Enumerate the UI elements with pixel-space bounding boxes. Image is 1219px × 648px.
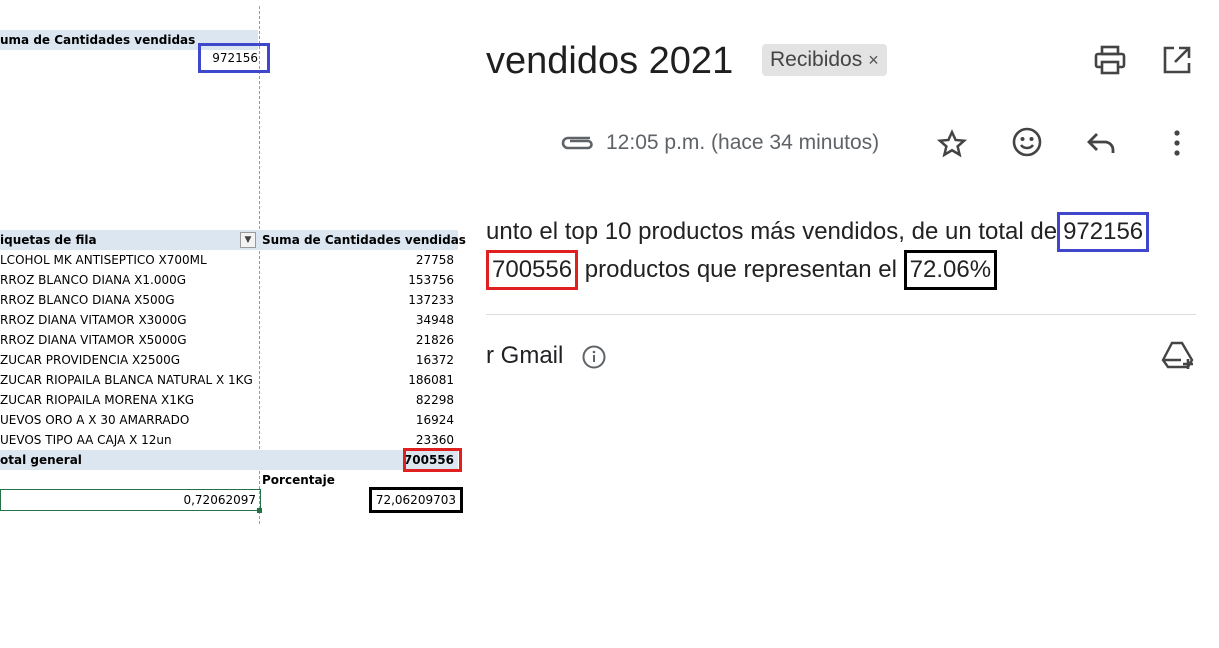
gmail-footer-text: r Gmail xyxy=(486,342,564,369)
row-value[interactable]: 137233 xyxy=(330,290,454,310)
row-value[interactable]: 21826 xyxy=(330,330,454,350)
print-icon[interactable] xyxy=(1092,43,1128,77)
received-time[interactable]: 12:05 p.m. (hace 34 minutos) xyxy=(606,128,879,158)
sum-header[interactable]: Suma de Cantidades vendidas xyxy=(262,230,466,250)
table-row: ZUCAR PROVIDENCIA X2500G 16372 xyxy=(0,350,458,370)
info-icon[interactable] xyxy=(581,344,607,370)
label-chip-text: Recibidos xyxy=(770,48,863,71)
row-value[interactable]: 27758 xyxy=(330,250,454,270)
body-line-2: 700556 productos que representan el 72.0… xyxy=(486,250,998,290)
attachment-icon xyxy=(559,126,595,156)
table-row: RROZ BLANCO DIANA X1.000G 153756 xyxy=(0,270,458,290)
label-chip[interactable]: Recibidos × xyxy=(762,44,887,76)
porcentaje-label[interactable]: Porcentaje xyxy=(262,470,335,490)
row-label[interactable]: RROZ BLANCO DIANA X500G xyxy=(0,290,175,310)
body-line-2-text: productos que representan el xyxy=(584,256,897,283)
grand-total-label[interactable]: otal general xyxy=(0,450,82,470)
row-label[interactable]: ZUCAR RIOPAILA MORENA X1KG xyxy=(0,390,194,410)
row-value[interactable]: 16924 xyxy=(330,410,454,430)
reply-icon[interactable] xyxy=(1084,127,1118,159)
table-row: RROZ BLANCO DIANA X500G 137233 xyxy=(0,290,458,310)
total-highlight: 972156 xyxy=(1057,212,1150,252)
top-total-value[interactable]: 972156 xyxy=(200,48,258,68)
add-to-drive-icon[interactable] xyxy=(1160,338,1196,374)
remove-label-icon[interactable]: × xyxy=(868,50,879,70)
fill-handle[interactable] xyxy=(257,508,262,513)
top10-sum-highlight: 700556 xyxy=(486,250,579,290)
table-row: LCOHOL MK ANTISEPTICO X700ML 27758 xyxy=(0,250,458,270)
table-row: ZUCAR RIOPAILA BLANCA NATURAL X 1KG 18608… xyxy=(0,370,458,390)
more-options-icon[interactable] xyxy=(1167,127,1187,159)
row-value[interactable]: 34948 xyxy=(330,310,454,330)
content-divider xyxy=(486,314,1196,315)
table-row: ZUCAR RIOPAILA MORENA X1KG 82298 xyxy=(0,390,458,410)
row-label[interactable]: RROZ DIANA VITAMOR X3000G xyxy=(0,310,187,330)
row-label[interactable]: ZUCAR RIOPAILA BLANCA NATURAL X 1KG xyxy=(0,370,253,390)
percent-cell[interactable]: 72,06209703 xyxy=(372,490,456,510)
filter-dropdown-icon[interactable]: ▼ xyxy=(240,232,256,248)
grand-total-row: otal general 700556 xyxy=(0,450,458,470)
email-subject: vendidos 2021 xyxy=(486,40,734,82)
body-line-1: unto el top 10 productos más vendidos, d… xyxy=(486,212,1150,252)
row-value[interactable]: 82298 xyxy=(330,390,454,410)
pivot-header-row: iquetas de fila ▼ Suma de Cantidades ven… xyxy=(0,230,466,250)
row-label[interactable]: LCOHOL MK ANTISEPTICO X700ML xyxy=(0,250,207,270)
row-label[interactable]: RROZ DIANA VITAMOR X5000G xyxy=(0,330,187,350)
row-value[interactable]: 153756 xyxy=(330,270,454,290)
excel-sheet: uma de Cantidades vendidas 972156 iqueta… xyxy=(0,0,480,648)
emoji-reaction-icon[interactable] xyxy=(1010,125,1044,159)
table-row: RROZ DIANA VITAMOR X3000G 34948 xyxy=(0,310,458,330)
grand-total-highlight xyxy=(403,448,462,472)
percent-text-highlight: 72.06% xyxy=(903,250,998,290)
table-row: UEVOS ORO A X 30 AMARRADO 16924 xyxy=(0,410,458,430)
row-value[interactable]: 186081 xyxy=(330,370,454,390)
open-in-new-window-icon[interactable] xyxy=(1159,43,1195,77)
ratio-cell[interactable]: 0,72062097 xyxy=(0,490,256,510)
top-pivot-header-text: uma de Cantidades vendidas xyxy=(0,33,196,47)
row-value[interactable]: 16372 xyxy=(330,350,454,370)
row-label[interactable]: ZUCAR PROVIDENCIA X2500G xyxy=(0,350,180,370)
body-line-1-text: unto el top 10 productos más vendidos, d… xyxy=(486,218,1058,245)
row-label[interactable]: UEVOS TIPO AA CAJA X 12un xyxy=(0,430,172,450)
table-row: UEVOS TIPO AA CAJA X 12un 23360 xyxy=(0,430,458,450)
row-value[interactable]: 23360 xyxy=(330,430,454,450)
gmail-message: vendidos 2021 Recibidos × 12:05 p.m. (hac… xyxy=(486,0,1219,648)
row-labels-header[interactable]: iquetas de fila xyxy=(0,230,97,250)
row-label[interactable]: RROZ BLANCO DIANA X1.000G xyxy=(0,270,186,290)
row-label[interactable]: UEVOS ORO A X 30 AMARRADO xyxy=(0,410,189,430)
table-row: RROZ DIANA VITAMOR X5000G 21826 xyxy=(0,330,458,350)
star-icon[interactable] xyxy=(935,127,969,161)
